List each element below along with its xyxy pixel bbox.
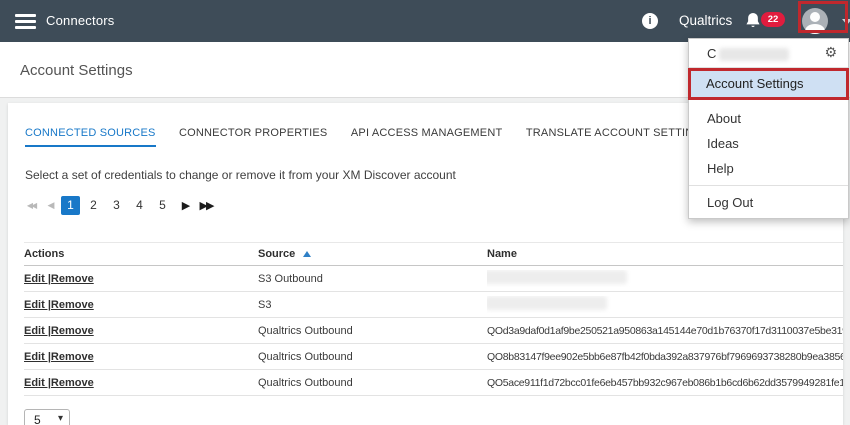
name-cell: QO5ace911f1d72bcc01fe6eb457bb932c967eb08… bbox=[487, 377, 843, 389]
first-page-icon[interactable]: ◀◀ bbox=[21, 201, 41, 210]
screen: Connectors i Qualtrics 22 Account Settin… bbox=[0, 0, 850, 425]
pagination: ◀◀ ◀ 1 2 3 4 5 ▶ ▶▶ bbox=[21, 195, 216, 215]
user-avatar[interactable] bbox=[802, 8, 828, 34]
user-dropdown-menu: C ⚙ Account Settings About Ideas Help Lo… bbox=[688, 38, 849, 219]
menu-item-about[interactable]: About bbox=[689, 106, 848, 131]
table-row: Edit |Remove Qualtrics Outbound QO8b8314… bbox=[24, 344, 843, 370]
source-cell: Qualtrics Outbound bbox=[258, 377, 487, 389]
tab-connected-sources[interactable]: CONNECTED SOURCES bbox=[25, 127, 156, 147]
last-page-icon[interactable]: ▶▶ bbox=[196, 199, 216, 212]
name-cell: QOd3a9daf0d1af9be250521a950863a145144e70… bbox=[487, 325, 843, 337]
menu-group: About Ideas Help bbox=[689, 100, 848, 181]
hamburger-menu-icon[interactable] bbox=[15, 14, 36, 29]
avatar-torso bbox=[805, 24, 825, 34]
page-button-3[interactable]: 3 bbox=[107, 196, 126, 215]
menu-item-log-out[interactable]: Log Out bbox=[689, 186, 848, 216]
edit-remove-link[interactable]: Edit |Remove bbox=[24, 273, 94, 285]
source-cell: Qualtrics Outbound bbox=[258, 351, 487, 363]
app-title: Connectors bbox=[46, 0, 114, 42]
chevron-down-icon: ▾ bbox=[58, 413, 63, 424]
source-cell: S3 Outbound bbox=[258, 273, 487, 285]
page-button-4[interactable]: 4 bbox=[130, 196, 149, 215]
source-cell: Qualtrics Outbound bbox=[258, 325, 487, 337]
page-title: Account Settings bbox=[20, 62, 133, 79]
name-cell: QO8b83147f9ee902e5bb6e87fb42f0bda392a837… bbox=[487, 351, 843, 363]
table-row: Edit |Remove Qualtrics Outbound QO5ace91… bbox=[24, 370, 843, 396]
edit-remove-link[interactable]: Edit |Remove bbox=[24, 325, 94, 337]
table-row: Edit |Remove Qualtrics Outbound QOd3a9da… bbox=[24, 318, 843, 344]
column-header-source-label: Source bbox=[258, 248, 295, 260]
menu-item-account-settings[interactable]: Account Settings bbox=[688, 68, 849, 100]
info-icon[interactable]: i bbox=[642, 13, 658, 29]
source-cell: S3 bbox=[258, 299, 487, 311]
redacted-text bbox=[487, 296, 607, 310]
gear-icon[interactable]: ⚙ bbox=[824, 39, 837, 68]
column-header-name[interactable]: Name bbox=[487, 248, 843, 260]
notification-count-badge: 22 bbox=[761, 12, 785, 27]
page-button-2[interactable]: 2 bbox=[84, 196, 103, 215]
page-button-5[interactable]: 5 bbox=[153, 196, 172, 215]
tab-api-access-management[interactable]: API ACCESS MANAGEMENT bbox=[351, 127, 503, 145]
tab-connector-properties[interactable]: CONNECTOR PROPERTIES bbox=[179, 127, 327, 145]
redacted-user-name bbox=[719, 48, 789, 61]
table-row: Edit |Remove S3 Outbound bbox=[24, 266, 843, 292]
page-size-value: 5 bbox=[34, 413, 41, 425]
user-initial: C bbox=[707, 46, 716, 61]
prev-page-icon[interactable]: ◀ bbox=[41, 200, 61, 211]
page-size-select[interactable]: 5 ▾ bbox=[24, 409, 70, 425]
avatar-caret-down-icon[interactable] bbox=[842, 19, 850, 25]
redacted-text bbox=[487, 270, 627, 284]
column-header-source[interactable]: Source bbox=[258, 248, 487, 260]
edit-remove-link[interactable]: Edit |Remove bbox=[24, 351, 94, 363]
table-row: Edit |Remove S3 bbox=[24, 292, 843, 318]
column-header-actions[interactable]: Actions bbox=[24, 248, 258, 260]
edit-remove-link[interactable]: Edit |Remove bbox=[24, 299, 94, 311]
sort-ascending-icon bbox=[303, 251, 311, 257]
table-header-row: Actions Source Name bbox=[24, 242, 843, 266]
menu-item-ideas[interactable]: Ideas bbox=[689, 131, 848, 156]
menu-item-help[interactable]: Help bbox=[689, 156, 848, 181]
credentials-table: Actions Source Name Edit |Remove S3 Outb… bbox=[24, 242, 843, 396]
page-button-1[interactable]: 1 bbox=[61, 196, 80, 215]
user-name-row: C ⚙ bbox=[689, 39, 848, 68]
edit-remove-link[interactable]: Edit |Remove bbox=[24, 377, 94, 389]
brand-menu[interactable]: Qualtrics bbox=[679, 0, 732, 42]
notifications-bell-icon[interactable] bbox=[744, 11, 762, 30]
avatar-head bbox=[810, 12, 820, 22]
next-page-icon[interactable]: ▶ bbox=[176, 199, 196, 212]
tab-translate-account-settings[interactable]: TRANSLATE ACCOUNT SETTINGS bbox=[526, 127, 710, 145]
top-navbar: Connectors i Qualtrics 22 bbox=[0, 0, 850, 42]
